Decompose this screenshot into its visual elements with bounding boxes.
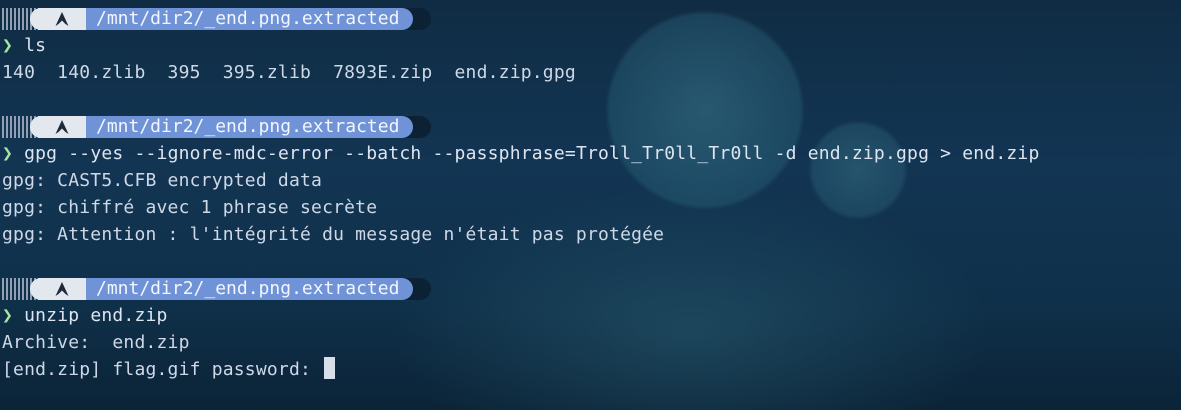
command-line: ❯ unzip end.zip — [0, 302, 1181, 329]
command-text: ls — [24, 35, 47, 56]
prompt-path: /mnt/dir2/_end.png.extracted — [86, 277, 414, 300]
arch-linux-icon — [55, 281, 69, 296]
prompt-os-segment — [30, 115, 86, 138]
prompt-path: /mnt/dir2/_end.png.extracted — [86, 115, 414, 138]
text-cursor[interactable] — [324, 357, 336, 379]
command-text: gpg --yes --ignore-mdc-error --batch --p… — [24, 143, 1040, 164]
prompt-os-segment — [30, 7, 86, 30]
password-prompt-line[interactable]: [end.zip] flag.gif password: — [0, 356, 1181, 383]
terminal-window[interactable]: /mnt/dir2/_end.png.extracted ❯ ls 140 14… — [0, 5, 1181, 383]
prompt-bar: /mnt/dir2/_end.png.extracted — [0, 113, 1181, 140]
prompt-chevron-icon: ❯ — [2, 143, 14, 164]
prompt-bar: /mnt/dir2/_end.png.extracted — [0, 5, 1181, 32]
command-text: unzip end.zip — [24, 305, 168, 326]
output-line: gpg: chiffré avec 1 phrase secrète — [2, 197, 378, 218]
output-line: gpg: Attention : l'intégrité du message … — [2, 224, 665, 245]
arch-linux-icon — [55, 11, 69, 26]
prompt-path: /mnt/dir2/_end.png.extracted — [86, 7, 414, 30]
output-line: gpg: CAST5.CFB encrypted data — [2, 170, 323, 191]
prompt-bar: /mnt/dir2/_end.png.extracted — [0, 275, 1181, 302]
password-prompt-text: [end.zip] flag.gif password: — [2, 359, 323, 380]
arch-linux-icon — [55, 119, 69, 134]
prompt-chevron-icon: ❯ — [2, 35, 14, 56]
prompt-os-segment — [30, 277, 86, 300]
prompt-chevron-icon: ❯ — [2, 305, 14, 326]
command-line: ❯ ls — [0, 32, 1181, 59]
output-line: Archive: end.zip — [2, 332, 190, 353]
output-line: 140 140.zlib 395 395.zlib 7893E.zip end.… — [2, 62, 576, 83]
command-line: ❯ gpg --yes --ignore-mdc-error --batch -… — [0, 140, 1181, 167]
